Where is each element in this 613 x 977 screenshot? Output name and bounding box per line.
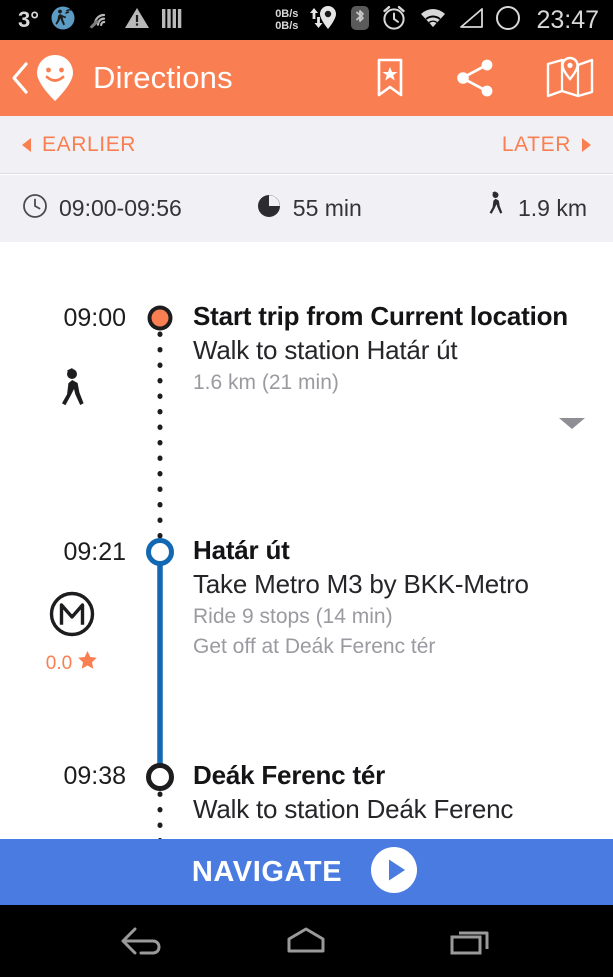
clock-icon <box>22 193 48 225</box>
rating-value: 0.0 <box>45 652 73 674</box>
map-pin-icon[interactable] <box>545 56 595 100</box>
step-subtitle: Take Metro M3 by BKK-Metro <box>193 569 529 599</box>
pie-duration-icon <box>256 193 282 225</box>
data-rate-down: 0B/s <box>275 20 299 32</box>
trip-time-range: 09:00-09:56 <box>22 193 182 225</box>
data-rate-indicator: 0B/s 0B/s <box>275 8 298 32</box>
status-bar-right-icons: 0B/s 0B/s 23:47 <box>275 4 599 37</box>
trip-distance-label: 1.9 km <box>517 195 587 221</box>
left-triangle-icon <box>22 137 31 152</box>
earlier-label: EARLIER <box>42 132 137 156</box>
no-sim-circle-icon <box>494 4 522 37</box>
warning-triangle-icon <box>124 6 150 35</box>
itinerary-list[interactable]: 09:00 Start trip from Current location W… <box>0 242 613 839</box>
step-subtitle: Walk to station Deák Ferenc <box>193 794 514 824</box>
step-mode: 0.0 <box>0 590 126 677</box>
android-navigation-bar <box>0 905 613 977</box>
signal-waves-icon <box>87 6 113 35</box>
step-title: Határ út <box>193 535 290 565</box>
earlier-button[interactable]: EARLIER <box>22 133 136 157</box>
back-chevron-icon[interactable] <box>8 60 32 96</box>
activity-tracker-icon <box>50 5 76 36</box>
step-title: Deák Ferenc tér <box>193 760 386 790</box>
bluetooth-icon <box>350 4 370 37</box>
android-back-icon[interactable] <box>111 921 173 961</box>
smiling-map-pin-icon <box>34 53 76 103</box>
temperature-indicator: 3° <box>18 7 40 32</box>
right-triangle-icon <box>582 137 591 152</box>
walking-person-icon <box>54 367 90 420</box>
step-body: Start trip from Current location Walk to… <box>193 300 603 398</box>
navigate-button[interactable]: NAVIGATE <box>0 839 613 905</box>
app-screen: 3° 0B/s 0B/s 23:47 Directions EARLIER LA… <box>0 0 613 977</box>
step-mode <box>0 367 126 420</box>
step-meta: Get off at Deák Ferenc tér <box>193 635 436 658</box>
step-subtitle: Walk to station Határ út <box>193 335 458 365</box>
metro-m-icon <box>48 590 96 643</box>
share-icon[interactable] <box>455 58 497 98</box>
star-icon <box>77 650 98 677</box>
walking-person-icon <box>483 190 507 227</box>
location-pin-icon <box>308 4 340 37</box>
later-label: LATER <box>501 132 571 156</box>
navigate-label: NAVIGATE <box>191 855 343 888</box>
step-meta: 1.6 km (21 min) <box>193 371 339 394</box>
android-home-icon[interactable] <box>275 921 337 961</box>
trip-distance: 1.9 km <box>483 190 587 227</box>
step-time: 09:21 <box>63 538 126 566</box>
line-rating: 0.0 <box>46 650 98 677</box>
vertical-bars-icon <box>161 6 183 35</box>
trip-duration-label: 55 min <box>292 195 362 221</box>
later-button[interactable]: LATER <box>502 133 591 157</box>
step-title: Start trip from Current location <box>193 301 568 331</box>
wifi-icon <box>418 6 448 35</box>
chevron-down-icon[interactable] <box>559 418 585 429</box>
trip-duration: 55 min <box>256 193 362 225</box>
page-title: Directions <box>93 60 233 95</box>
status-bar-clock: 23:47 <box>536 5 599 34</box>
data-rate-up: 0B/s <box>275 8 299 20</box>
step-meta: Ride 9 stops (14 min) <box>193 605 393 628</box>
play-icon <box>367 843 421 902</box>
signal-triangle-icon <box>458 6 484 35</box>
app-bar-actions <box>373 56 595 100</box>
time-shift-bar: EARLIER LATER <box>0 116 613 174</box>
step-time: 09:00 <box>63 304 126 332</box>
android-recents-icon[interactable] <box>440 921 502 961</box>
trip-summary-bar: 09:00-09:56 55 min 1.9 km <box>0 175 613 242</box>
step-body: Deák Ferenc tér Walk to station Deák Fer… <box>193 759 603 827</box>
app-bar: Directions <box>0 40 613 116</box>
step-time: 09:38 <box>63 762 126 790</box>
status-bar-left-icons: 3° <box>18 5 183 36</box>
alarm-clock-icon <box>380 4 408 37</box>
android-status-bar: 3° 0B/s 0B/s 23:47 <box>0 0 613 40</box>
trip-time-range-label: 09:00-09:56 <box>59 195 182 221</box>
bookmark-star-icon[interactable] <box>373 57 407 99</box>
step-body: Határ út Take Metro M3 by BKK-Metro Ride… <box>193 534 603 662</box>
